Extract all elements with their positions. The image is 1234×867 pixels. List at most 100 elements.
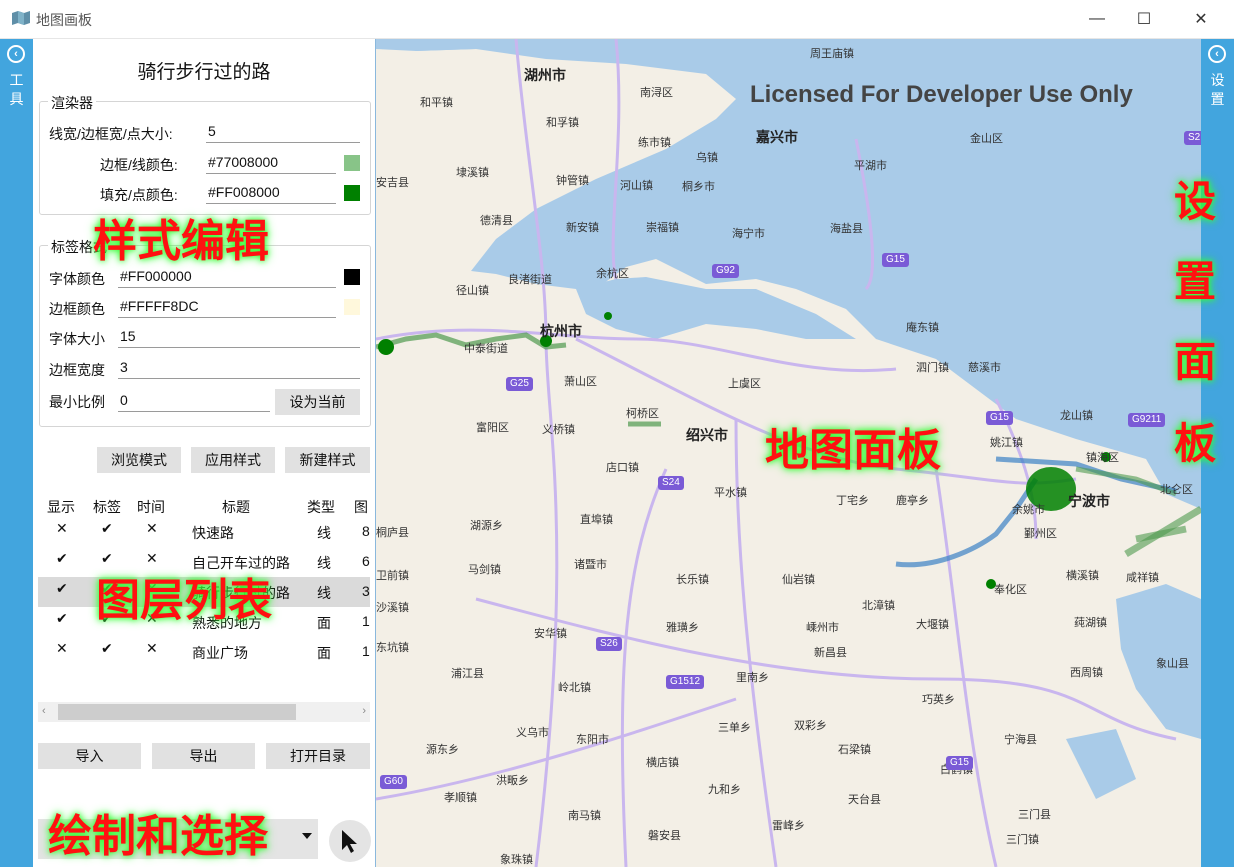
scroll-left-icon[interactable]: ‹ [42,705,46,717]
font-color-swatch[interactable] [344,269,360,285]
map-label: 象山县 [1156,658,1189,670]
layer-grid-header: 显示 标签 时间 标题 类型 图 [38,493,370,517]
map-label: 嘉兴市 [756,129,798,145]
open-directory-button[interactable]: 打开目录 [266,743,370,769]
layer-type: 面 [317,615,331,631]
map-label: 萧山区 [564,376,597,388]
layer-title: 商业广场 [192,645,248,661]
map-label: 鄞州区 [1024,528,1057,540]
map-label: 岭北镇 [558,682,591,694]
border-color-swatch[interactable] [344,155,360,171]
layer-row[interactable]: ✕ ✔ ✕ 快速路 线 8 [38,517,370,547]
layer-type: 面 [317,645,331,661]
header-time[interactable]: 时间 [137,497,165,517]
map-label: 柯桥区 [626,408,659,420]
map-label: 平水镇 [714,487,747,499]
map-label: 鹿亭乡 [896,495,929,507]
highway-shield: G9211 [1128,413,1166,427]
renderer-group-title: 渲染器 [48,93,96,113]
map-label: 海宁市 [732,228,765,240]
map-label: 周王庙镇 [810,48,854,60]
label-toggle[interactable]: ✔ [101,520,113,537]
window-title: 地图画板 [36,12,92,28]
select-mode-button[interactable] [329,820,371,862]
map-label: 湖州市 [524,67,566,83]
map-label: 德清县 [480,215,513,227]
map-label: 横店镇 [646,757,679,769]
show-toggle[interactable]: ✔ [56,580,68,597]
map-label: 和平镇 [420,97,453,109]
show-toggle[interactable]: ✔ [56,550,68,567]
renderer-group: 渲染器 线宽/边框宽/点大小: 5 边框/线颜色: #77008000 填充/点… [39,93,371,215]
header-type[interactable]: 类型 [307,497,335,517]
map-label: 东坑镇 [376,642,409,654]
header-count[interactable]: 图 [354,497,368,517]
border-color-input[interactable]: #77008000 [206,154,336,174]
map-label: 和孚镇 [546,117,579,129]
map-label: 三门镇 [1006,834,1039,846]
map-label: 良渚街道 [508,274,552,286]
collapse-left-icon[interactable]: ‹ [7,45,25,63]
scrollbar-thumb[interactable] [58,704,296,720]
annotation-settings-4: 板 [1173,420,1216,467]
font-size-input[interactable]: 15 [118,328,360,348]
fill-color-swatch[interactable] [344,185,360,201]
scroll-right-icon[interactable]: › [362,705,366,717]
new-style-button[interactable]: 新建样式 [285,447,370,473]
annotation-settings-3: 面 [1173,338,1216,385]
close-button[interactable]: ✕ [1178,0,1224,38]
tools-strip[interactable]: ‹ 工 具 [0,39,33,867]
import-button[interactable]: 导入 [38,743,141,769]
map-label: 庵东镇 [906,322,939,334]
map-label: 金山区 [970,133,1003,145]
show-toggle[interactable]: ✕ [56,520,68,537]
license-watermark: Licensed For Developer Use Only [750,81,1133,108]
map-label: 石梁镇 [838,744,871,756]
map-label: 南浔区 [640,87,673,99]
label-toggle[interactable]: ✔ [101,640,113,657]
font-color-input[interactable]: #FF000000 [118,268,336,288]
show-toggle[interactable]: ✕ [56,640,68,657]
header-label[interactable]: 标签 [93,497,121,517]
map-label: 河山镇 [620,180,653,192]
layer-count: 1 [362,643,370,659]
expand-settings-icon[interactable]: ‹ [1208,45,1226,63]
border-width-input[interactable]: 3 [118,359,360,379]
show-toggle[interactable]: ✔ [56,610,68,627]
map-label: 南马镇 [568,810,601,822]
map-label: 象珠镇 [500,854,533,866]
map-label: 天台县 [848,794,881,806]
time-toggle[interactable]: ✕ [146,520,158,537]
map-label: 径山镇 [456,285,489,297]
line-width-input[interactable]: 5 [206,123,360,143]
set-current-button[interactable]: 设为当前 [275,389,360,415]
min-scale-input[interactable]: 0 [118,392,270,412]
line-width-label: 线宽/边框宽/点大小: [49,126,173,142]
fill-color-input[interactable]: #FF008000 [206,184,336,204]
map-label: 嵊州市 [806,622,839,634]
map-label: 上虞区 [728,378,761,390]
map-label: 泗门镇 [916,362,949,374]
map-label: 源东乡 [426,744,459,756]
map-label: 横溪镇 [1066,570,1099,582]
layer-count: 1 [362,613,370,629]
map-label: 丁宅乡 [836,495,869,507]
minimize-button[interactable]: — [1074,0,1120,38]
layer-row[interactable]: ✕ ✔ ✕ 商业广场 面 1 [38,637,370,667]
maximize-button[interactable]: ☐ [1121,0,1167,38]
apply-style-button[interactable]: 应用样式 [191,447,275,473]
map-label: 三门县 [1018,809,1051,821]
map-label: 北仑区 [1160,484,1193,496]
map-label: 安华镇 [534,628,567,640]
header-title[interactable]: 标题 [222,497,250,517]
browse-mode-button[interactable]: 浏览模式 [97,447,181,473]
map-label: 崇福镇 [646,222,679,234]
export-button[interactable]: 导出 [152,743,255,769]
time-toggle[interactable]: ✕ [146,640,158,657]
header-show[interactable]: 显示 [47,497,75,517]
map-label: 宁波市 [1068,493,1110,509]
layer-grid-scrollbar[interactable]: ‹ › [38,702,370,722]
label-border-color-swatch[interactable] [344,299,360,315]
map-label: 桐乡市 [682,181,715,193]
label-border-color-input[interactable]: #FFFFF8DC [118,298,336,318]
